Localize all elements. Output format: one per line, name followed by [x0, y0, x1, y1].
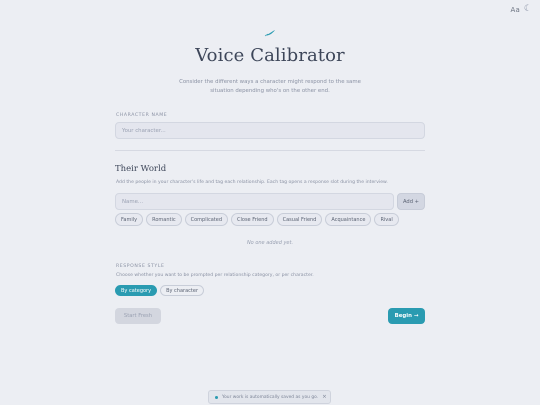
tag-close-friend[interactable]: Close Friend	[231, 213, 274, 226]
add-person-button[interactable]: Add +	[397, 193, 425, 210]
begin-button[interactable]: Begin →	[388, 308, 425, 324]
response-style-description: Choose whether you want to be prompted p…	[116, 273, 314, 278]
empty-list-note: No one added yet.	[246, 240, 294, 246]
character-name-input[interactable]: Your character...	[115, 122, 425, 139]
tag-complicated[interactable]: Complicated	[184, 213, 229, 226]
feather-icon	[264, 30, 275, 37]
by-character-option[interactable]: By character	[160, 285, 204, 296]
moon-icon[interactable]: ☾	[524, 4, 532, 14]
character-name-placeholder: Your character...	[122, 127, 166, 134]
toast-message: Your work is automatically saved as you …	[222, 394, 319, 400]
page-subtitle: Consider the different ways a character …	[179, 79, 361, 94]
page-title: Voice Calibrator	[195, 45, 345, 66]
response-style-label: RESPONSE STYLE	[116, 264, 165, 269]
close-icon[interactable]: ×	[322, 394, 327, 400]
their-world-title: Their World	[115, 164, 167, 174]
by-category-option[interactable]: By category	[115, 285, 158, 296]
font-size-toggle[interactable]: Aa	[511, 6, 520, 14]
tag-rival[interactable]: Rival	[374, 213, 399, 226]
autosave-toast: Your work is automatically saved as you …	[208, 390, 331, 404]
status-dot-icon	[215, 395, 218, 399]
section-divider	[115, 150, 425, 151]
response-style-toggle: By category By character	[115, 285, 204, 296]
tag-romantic[interactable]: Romantic	[146, 213, 182, 226]
tag-acquaintance[interactable]: Acquaintance	[325, 213, 372, 226]
person-name-input[interactable]: Name...	[115, 193, 394, 210]
tag-casual-friend[interactable]: Casual Friend	[276, 213, 323, 226]
their-world-description: Add the people in your character's life …	[116, 180, 388, 185]
tag-family[interactable]: Family	[115, 213, 144, 226]
start-fresh-button[interactable]: Start Fresh	[115, 308, 161, 324]
character-name-label: CHARACTER NAME	[116, 113, 168, 118]
person-name-placeholder: Name...	[122, 198, 144, 205]
relationship-tags: Family Romantic Complicated Close Friend…	[115, 213, 435, 226]
